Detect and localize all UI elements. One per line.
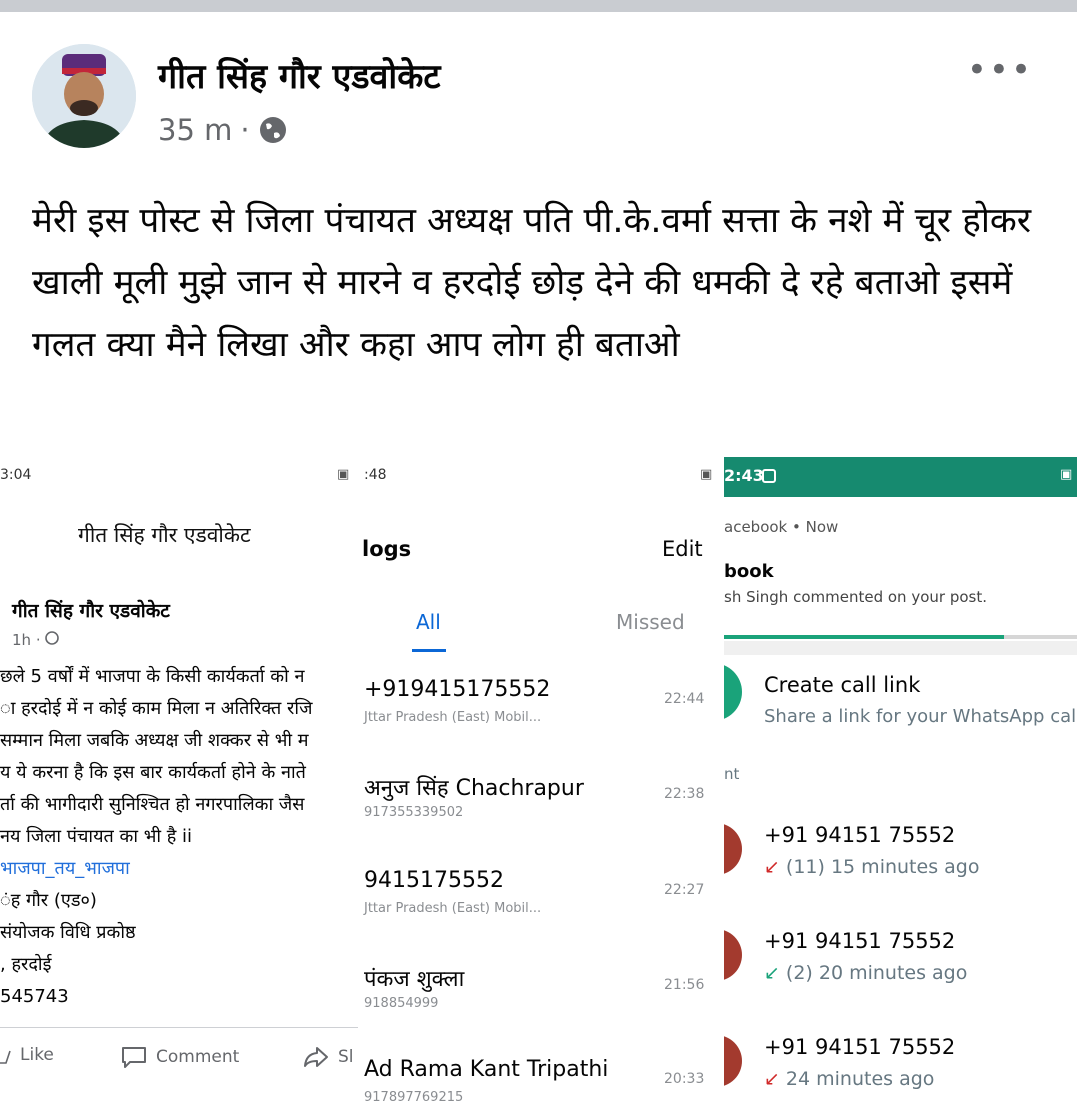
call-time: 22:44 [664,691,705,707]
text-line: संयोजक विधि प्रकोष्ठ [0,922,136,943]
call-log-row: 9415175552 Jttar Pradesh (East) Mobil...… [360,868,722,964]
call-logs-screenshot: :48 ▣ logs Edit All Missed +919415175552… [360,445,722,1106]
caller-detail: 917897769215 [364,1090,464,1105]
recent-section-label: nt [724,765,740,783]
share-icon [304,1047,328,1067]
caller-name: Ad Rama Kant Tripathi [364,1057,609,1082]
missed-call-icon: ↙ [764,856,780,878]
text-line: 545743 [0,986,69,1007]
call-time: 20:33 [664,1071,705,1087]
call-number: +91 94151 75552 [764,1035,956,1059]
notification-body: sh Singh commented on your post. [724,588,987,606]
whatsapp-calls-screenshot: 2:43 ▣ acebook • Now book sh Singh comme… [724,445,1077,1106]
call-log-row: Ad Rama Kant Tripathi 917897769215 20:33 [360,1057,722,1106]
page-title: गीत सिंह गौर एडवोकेट [78,523,251,547]
caller-detail: Jttar Pradesh (East) Mobil... [364,710,542,725]
tab-missed: Missed [616,610,685,634]
facebook-notification-icon [762,469,776,483]
inner-post-text: छले 5 वर्षों में भाजपा के किसी कार्यकर्त… [0,661,358,1013]
caller-name: +919415175552 [364,677,551,702]
contact-avatar [724,929,742,981]
post-timestamp[interactable]: 35 m [158,113,232,147]
call-detail: ↙ (11) 15 minutes ago [764,856,980,878]
text-line: , हरदोई [0,954,52,975]
battery-icon: ▣ [1060,467,1073,482]
create-call-link-subtitle: Share a link for your WhatsApp cal [764,706,1077,727]
caller-name: पंकज शुक्ला [364,967,465,992]
status-time: :48 [364,467,387,483]
status-time: 2:43 [724,466,764,485]
text-line: छले 5 वर्षों में भाजपा के किसी कार्यकर्त… [0,666,305,687]
text-line: नय जिला पंचायत का भी है ii [0,826,193,847]
action-divider [0,1027,358,1028]
status-time: 3:04 [0,467,32,483]
share-action: Sl [302,1045,354,1069]
call-entry: +91 94151 75552 ↙ 24 minutes ago [724,1035,1077,1106]
status-bar [724,457,1077,497]
call-number: +91 94151 75552 [764,929,956,953]
comment-action: Comment [120,1045,239,1069]
caller-detail: 917355339502 [364,805,464,820]
post-body-text: मेरी इस पोस्ट से जिला पंचायत अध्यक्ष पति… [32,201,1032,365]
contact-avatar [724,1035,742,1087]
notification-title: book [724,561,774,582]
like-action: Like [0,1045,54,1065]
notification-shadow [724,641,1077,655]
author-avatar[interactable] [32,44,136,148]
call-detail: ↙ (2) 20 minutes ago [764,962,968,984]
hashtag-link: भाजपा_तय_भाजपा [0,858,130,879]
caller-detail: Jttar Pradesh (East) Mobil... [364,901,542,916]
text-line: सम्मान मिला जबकि अध्यक्ष जी शक्कर से भी … [0,730,309,751]
call-time: 21:56 [664,977,705,993]
tab-indicator [412,649,446,652]
call-log-row: अनुज सिंह Chachrapur 917355339502 22:38 [360,772,722,868]
call-link-icon [724,663,742,721]
text-line: ा हरदोई में न कोई काम मिला न अतिरिक्त रज… [0,698,313,719]
avatar-image [32,44,136,148]
call-time: 22:38 [664,786,705,802]
battery-icon: ▣ [700,467,713,482]
top-separator [0,0,1077,12]
inner-post-author: गीत सिंह गौर एडवोकेट [12,600,170,622]
meta-separator: · [240,113,250,147]
caller-name: अनुज सिंह Chachrapur [364,776,584,801]
call-log-row: पंकज शुक्ला 918854999 21:56 [360,963,722,1059]
contact-avatar [724,823,742,875]
post-meta: 35 m · [158,113,288,147]
globe-icon [45,631,60,645]
caller-name: 9415175552 [364,868,504,893]
caller-detail: 918854999 [364,996,439,1011]
call-entry: +91 94151 75552 ↙ (11) 15 minutes ago [724,823,1077,923]
call-number: +91 94151 75552 [764,823,956,847]
post-author-name[interactable]: गीत सिंह गौर एडवोकेट [158,52,441,98]
edit-button: Edit [662,537,703,561]
text-line: र्ता की भागीदारी सुनिश्चित हो नगरपालिका … [0,794,305,815]
call-detail: ↙ 24 minutes ago [764,1068,935,1090]
incoming-call-icon: ↙ [764,962,780,984]
notification-app: acebook • Now [724,518,839,536]
facebook-post-screenshot: 3:04 ▣ गीत सिंह गौर एडवोकेट गीत सिंह गौर… [0,445,358,1106]
call-entry: +91 94151 75552 ↙ (2) 20 minutes ago [724,929,1077,1029]
globe-icon [259,117,286,143]
like-icon [0,1050,11,1064]
logs-title: logs [362,537,412,561]
missed-call-icon: ↙ [764,1068,780,1090]
tab-all: All [416,610,441,634]
call-log-row: +919415175552 Jttar Pradesh (East) Mobil… [360,677,722,773]
more-options-icon[interactable]: ••• [967,50,1033,90]
call-time: 22:27 [664,882,705,898]
comment-icon [122,1047,146,1068]
text-line: ंह गौर (एड०) [0,890,97,911]
create-call-link: Create call link [764,673,921,697]
notification-progress [724,635,1004,639]
text-line: य ये करना है कि इस बार कार्यकर्ता होने क… [0,762,306,783]
notification-progress-track [1004,635,1077,639]
inner-post-time: 1h · [12,631,60,649]
battery-icon: ▣ [337,467,350,482]
